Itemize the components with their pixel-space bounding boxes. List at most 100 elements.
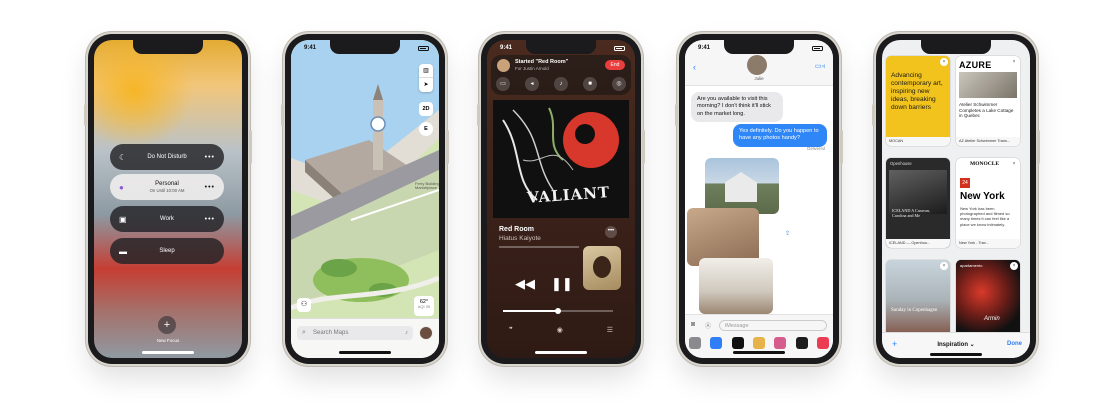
- close-icon[interactable]: ×: [940, 58, 948, 66]
- location-arrow-icon[interactable]: ➤: [419, 78, 433, 92]
- focus-personal[interactable]: ● Personal On Until 10:00 AM •••: [110, 174, 224, 200]
- aqi-label: AQI 39: [417, 304, 431, 310]
- close-icon[interactable]: ×: [1010, 262, 1018, 270]
- more-icon[interactable]: •••: [205, 184, 215, 191]
- pause-icon[interactable]: ❚❚: [551, 276, 573, 292]
- notch: [526, 40, 596, 54]
- status-time: 9:41: [500, 45, 513, 51]
- mic-icon[interactable]: ♪: [554, 77, 568, 91]
- album-art: VALIANT: [493, 100, 629, 218]
- message-icon[interactable]: ▭: [496, 77, 510, 91]
- contact-avatar[interactable]: [747, 55, 767, 75]
- focus-work[interactable]: ▣ Work •••: [110, 206, 224, 232]
- shareplay-icon[interactable]: ◎: [612, 77, 626, 91]
- 2d-toggle-button[interactable]: 2D: [419, 102, 433, 116]
- phone-focus: ☾ Do Not Disturb ••• ● Personal On Until…: [84, 34, 252, 364]
- bed-icon: ▬: [119, 246, 127, 256]
- more-icon[interactable]: •••: [605, 226, 617, 238]
- avatar: [497, 59, 510, 72]
- artist-name[interactable]: Hiatus Kaiyote: [499, 235, 541, 242]
- more-icon[interactable]: •••: [205, 216, 215, 223]
- focus-label: Personal: [155, 181, 179, 187]
- tab-body: New York has been photographed and filme…: [960, 206, 1010, 227]
- tab-headline: Advancing contemporary art, inspiring ne…: [891, 72, 943, 111]
- battery-icon: [418, 46, 429, 51]
- new-focus-button[interactable]: +: [158, 316, 176, 334]
- end-button[interactable]: End: [605, 60, 625, 70]
- close-icon[interactable]: ×: [940, 262, 948, 270]
- search-input[interactable]: ⌕ Search Maps ♪: [297, 326, 413, 340]
- map-icon[interactable]: ▥: [419, 64, 433, 78]
- tab-brand: Openhouse: [890, 161, 912, 166]
- camera-icon[interactable]: ■: [583, 77, 597, 91]
- notch: [921, 40, 991, 54]
- incoming-message[interactable]: Are you available to visit this morning?…: [691, 92, 783, 122]
- back-icon[interactable]: ‹: [693, 62, 696, 72]
- photo-house-exterior[interactable]: [705, 158, 779, 214]
- poi-label[interactable]: Ferry Building Marketplace: [415, 181, 439, 191]
- avatar[interactable]: [419, 326, 433, 340]
- share-icon[interactable]: ⇪: [785, 230, 790, 237]
- safari-tabs-screen: × Advancing contemporary art, inspiring …: [882, 40, 1030, 358]
- memoji-app-icon[interactable]: [752, 337, 765, 349]
- tab-title: MOCAN: [886, 137, 950, 146]
- compass-icon[interactable]: E: [419, 122, 433, 136]
- tab-openhouse[interactable]: Openhouse ICELAND A Caravan, Carolina an…: [886, 158, 950, 248]
- battery-icon: [614, 46, 625, 51]
- tab-title: New York - Trav...: [956, 239, 1020, 248]
- phone-safari: × Advancing contemporary art, inspiring …: [872, 34, 1040, 364]
- facetime-tile[interactable]: [583, 246, 621, 290]
- song-title: Red Room: [499, 226, 534, 233]
- music-screen: 9:41 Started "Red Room" For Justin Arnol…: [487, 40, 635, 358]
- more-icon[interactable]: •••: [205, 154, 215, 161]
- tab-headline: New York: [960, 191, 1005, 202]
- notch: [133, 40, 203, 54]
- tab-monocle[interactable]: × MONOCLE 24 New York New York has been …: [956, 158, 1020, 248]
- app-store-app-icon[interactable]: [710, 337, 723, 349]
- tab-azure[interactable]: × AZURE Atelier Schwimmer Completes a La…: [956, 56, 1020, 146]
- outgoing-message[interactable]: Yes definitely. Do you happen to have an…: [733, 124, 827, 147]
- tab-headline: Atelier Schwimmer Completes a Lake Cotta…: [959, 102, 1014, 119]
- music-bottom-bar: ❞ ◉ ☰: [487, 326, 635, 334]
- volume-slider[interactable]: [503, 308, 613, 314]
- home-indicator: [339, 351, 391, 354]
- photo-kitchen[interactable]: [699, 258, 773, 314]
- badge-icon: ▣: [119, 214, 127, 224]
- video-call-icon[interactable]: ▭◃: [815, 62, 825, 70]
- queue-icon[interactable]: ☰: [607, 326, 613, 334]
- phone-maps: 9:41 ▥ ➤ 2D E Ferry Building Marketplace…: [281, 34, 449, 364]
- tab-brand: apartamento: [960, 263, 983, 268]
- mic-icon[interactable]: ♪: [405, 326, 408, 340]
- message-input[interactable]: iMessage: [719, 320, 827, 331]
- binoculars-icon[interactable]: ⚇: [297, 298, 311, 312]
- home-indicator: [535, 351, 587, 354]
- search-icon: ⌕: [302, 329, 306, 336]
- apple-pay-app-icon[interactable]: [731, 337, 744, 349]
- lyrics-icon[interactable]: ❞: [509, 326, 513, 334]
- app-store-icon[interactable]: Ⓐ: [705, 321, 711, 330]
- notch: [724, 40, 794, 54]
- photos-app-icon[interactable]: [689, 337, 701, 349]
- stickers-app-icon[interactable]: [774, 337, 787, 349]
- done-button[interactable]: Done: [1007, 341, 1022, 347]
- speaker-icon[interactable]: ◂: [525, 77, 539, 91]
- search-images-app-icon[interactable]: [795, 337, 808, 349]
- focus-do-not-disturb[interactable]: ☾ Do Not Disturb •••: [110, 144, 224, 170]
- music-app-icon[interactable]: [816, 337, 829, 349]
- contact-name[interactable]: Julie: [685, 76, 833, 81]
- tab-headline: Sunday in Copenhagen: [891, 308, 938, 313]
- tab-mocan[interactable]: × Advancing contemporary art, inspiring …: [886, 56, 950, 146]
- focus-sleep[interactable]: ▬ Sleep: [110, 238, 224, 264]
- camera-icon[interactable]: ◙: [691, 321, 695, 328]
- close-icon[interactable]: ×: [1010, 58, 1018, 66]
- tab-brand: MONOCLE: [970, 161, 1000, 167]
- tab-image: [886, 260, 950, 340]
- tab-headline: ICELAND A Caravan, Carolina and Me: [892, 208, 931, 219]
- tab-title: AZ Atelier Schwimmer Trans...: [956, 137, 1020, 146]
- close-icon[interactable]: ×: [1010, 160, 1018, 168]
- airplay-icon[interactable]: ◉: [557, 326, 563, 334]
- playback-progress[interactable]: [499, 246, 579, 248]
- chevron-down-icon: ⌄: [969, 342, 975, 348]
- rewind-icon[interactable]: ◀◀: [515, 276, 535, 292]
- battery-icon: [812, 46, 823, 51]
